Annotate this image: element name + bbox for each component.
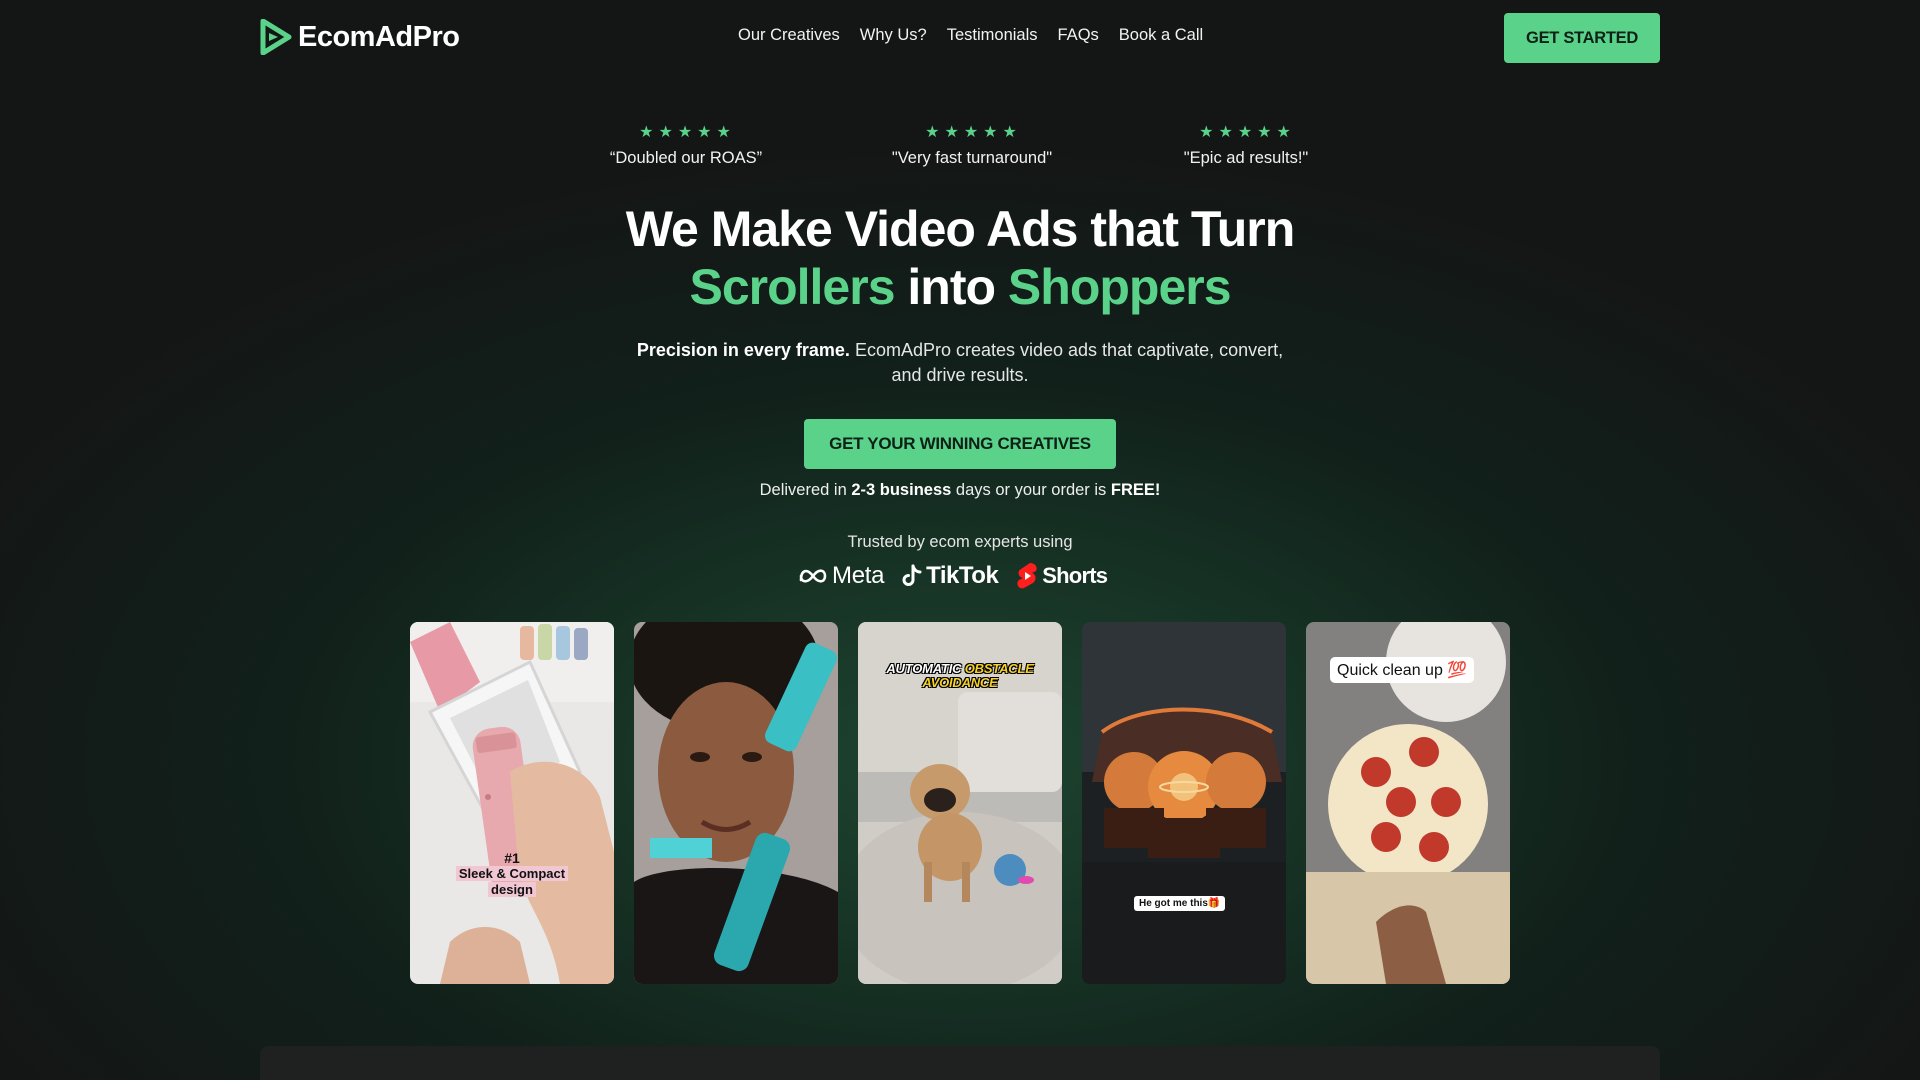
video-card-pug-robot[interactable]: AUTOMATIC OBSTACLE AVOIDANCE [858, 622, 1062, 984]
caption-text-highlight: OBSTACLE [964, 661, 1034, 676]
video-caption: Quick clean up 💯 [1330, 657, 1475, 683]
headline-line-2: Scrollers into Shoppers [0, 258, 1920, 316]
headline-scrollers: Scrollers [689, 259, 895, 315]
video-card-woman-gadget[interactable] [634, 622, 838, 984]
subtitle-bold: Precision in every frame. [636, 340, 850, 360]
star-icon: ★ [716, 122, 733, 141]
review-quote: "Epic ad results!" [1183, 149, 1309, 167]
caption-text: Sleek & Compact design [455, 866, 569, 897]
star-icon: ★ [1218, 122, 1235, 141]
delivery-free: FREE! [1110, 481, 1161, 499]
platform-logos: Meta TikTok Shorts [798, 562, 1108, 590]
platform-name: Meta [832, 562, 885, 589]
meta-infinity-icon [799, 569, 827, 583]
star-icon: ★ [697, 122, 714, 141]
star-icon: ★ [1257, 122, 1274, 141]
nav-links: Our Creatives Why Us? Testimonials FAQs … [738, 26, 1203, 45]
platform-shorts: Shorts [1016, 562, 1108, 590]
delivery-guarantee: Delivered in 2-3 business days or your o… [0, 481, 1920, 500]
video-creatives-gallery: #1 Sleek & Compact design AUTOMATIC OBST… [410, 622, 1510, 984]
star-icon: ★ [658, 122, 675, 141]
video-caption: He got me this🎁 [1134, 896, 1226, 911]
subtitle-line-2: and drive results. [891, 365, 1029, 385]
nav-link-faqs[interactable]: FAQs [1058, 26, 1099, 45]
star-icon: ★ [1276, 122, 1293, 141]
get-winning-creatives-button[interactable]: GET YOUR WINNING CREATIVES [804, 419, 1116, 469]
star-icon: ★ [925, 122, 942, 141]
five-star-rating: ★ ★ ★ ★ ★ [610, 122, 762, 141]
review-3: ★ ★ ★ ★ ★ "Epic ad results!" [1184, 122, 1309, 168]
headline-line-1: We Make Video Ads that Turn [625, 201, 1295, 257]
tiktok-note-icon [902, 564, 922, 586]
brand-name: EcomAdPro [298, 20, 460, 53]
star-icon: ★ [944, 122, 961, 141]
nav-link-book-a-call[interactable]: Book a Call [1119, 26, 1203, 45]
subtitle-text: EcomAdPro creates video ads that captiva… [849, 340, 1284, 360]
review-2: ★ ★ ★ ★ ★ "Very fast turnaround" [892, 122, 1052, 168]
platform-tiktok: TikTok [902, 562, 999, 590]
hero-headline: We Make Video Ads that Turn Scrollers in… [0, 200, 1920, 316]
star-icon: ★ [1199, 122, 1216, 141]
video-thumbnail [410, 622, 614, 984]
video-card-pink-device[interactable]: #1 Sleek & Compact design [410, 622, 614, 984]
star-icon: ★ [1237, 122, 1255, 141]
star-icon: ★ [639, 122, 656, 141]
logo-play-icon [260, 19, 292, 55]
star-icon: ★ [983, 122, 1000, 141]
nav-link-testimonials[interactable]: Testimonials [947, 26, 1038, 45]
star-icon: ★ [963, 122, 981, 141]
video-card-planet-lamps[interactable]: He got me this🎁 [1082, 622, 1286, 984]
caption-text-highlight: AVOIDANCE [922, 675, 998, 690]
caption-text: AUTOMATIC [886, 661, 965, 676]
platform-name: TikTok [926, 562, 999, 589]
video-caption: #1 Sleek & Compact design [454, 850, 570, 898]
delivery-text: days or your order is [951, 481, 1111, 499]
nav-link-our-creatives[interactable]: Our Creatives [738, 26, 840, 45]
five-star-rating: ★ ★ ★ ★ ★ [892, 122, 1052, 141]
review-quote: “Doubled our ROAS” [609, 149, 763, 167]
brand-logo[interactable]: EcomAdPro [260, 19, 460, 55]
five-star-rating: ★ ★ ★ ★ ★ [1184, 122, 1309, 141]
delivery-days: 2-3 business [851, 481, 952, 499]
video-caption: AUTOMATIC OBSTACLE AVOIDANCE [858, 662, 1062, 690]
video-thumbnail [634, 622, 838, 984]
star-icon: ★ [677, 122, 695, 141]
video-thumbnail [1082, 622, 1286, 984]
platform-name: Shorts [1042, 563, 1108, 588]
top-navigation: EcomAdPro Our Creatives Why Us? Testimon… [0, 0, 1920, 76]
get-started-button[interactable]: GET STARTED [1504, 13, 1660, 63]
platform-meta: Meta [798, 562, 884, 590]
review-1: ★ ★ ★ ★ ★ “Doubled our ROAS” [610, 122, 762, 168]
headline-shoppers: Shoppers [1007, 259, 1232, 315]
nav-link-why-us[interactable]: Why Us? [860, 26, 927, 45]
headline-into: into [894, 259, 1008, 315]
video-card-pizza[interactable]: Quick clean up 💯 [1306, 622, 1510, 984]
caption-number: #1 [504, 850, 520, 866]
next-section-panel [260, 1046, 1660, 1080]
review-quote: "Very fast turnaround" [891, 149, 1053, 167]
delivery-text: Delivered in [759, 481, 852, 499]
star-icon: ★ [1002, 122, 1019, 141]
youtube-shorts-icon [1017, 563, 1037, 589]
trusted-by-text: Trusted by ecom experts using [847, 533, 1073, 551]
hero-subtitle: Precision in every frame. EcomAdPro crea… [0, 338, 1920, 388]
